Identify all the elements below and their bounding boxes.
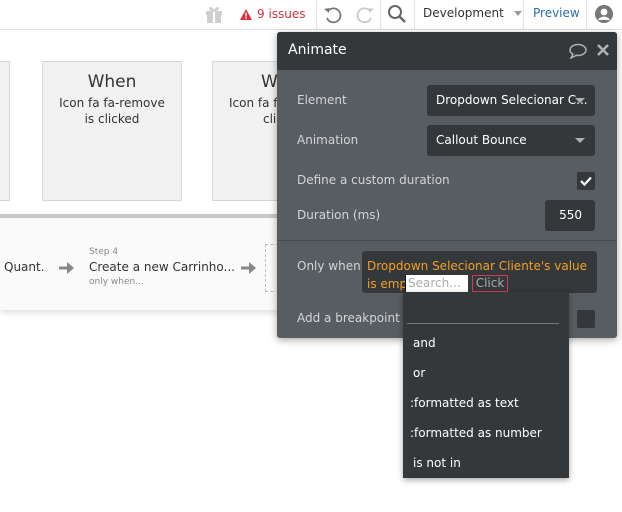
environment-selector[interactable]: Development	[423, 6, 522, 20]
custom-duration-checkbox[interactable]	[577, 172, 595, 190]
previous-step-text[interactable]: Quant.	[4, 260, 45, 274]
issues-indicator[interactable]: 9 issues	[240, 6, 306, 22]
toolbar-divider	[523, 0, 524, 30]
event-card[interactable]: When Icon fa fa-remove is clicked	[42, 61, 182, 201]
dropdown-item-formatted-as-text[interactable]: :formatted as text	[403, 389, 569, 419]
top-toolbar: 9 issues Development Preview	[0, 0, 622, 30]
duration-input[interactable]: 550	[545, 200, 595, 231]
arrow-right-icon	[59, 262, 74, 274]
redo-icon[interactable]	[354, 4, 376, 26]
only-when-expression-box[interactable]: Dropdown Selecionar Cliente's value is e…	[362, 251, 597, 293]
dropdown-item-formatted-as-number[interactable]: :formatted as number	[403, 419, 569, 449]
expression-search-input[interactable]: Search...	[405, 275, 468, 293]
click-button[interactable]: Click	[472, 275, 508, 292]
step-number: Step 4	[89, 247, 119, 257]
environment-label: Development	[423, 6, 504, 20]
event-card-partial[interactable]	[0, 61, 10, 201]
event-card-description: Icon fa fa-remove is clicked	[59, 96, 165, 126]
duration-label: Duration (ms)	[297, 208, 381, 222]
undo-icon[interactable]	[322, 4, 344, 26]
breakpoint-label: Add a breakpoint in	[297, 311, 415, 325]
panel-title: Animate	[288, 42, 347, 58]
toolbar-divider	[316, 0, 317, 30]
chevron-down-icon	[513, 10, 522, 16]
animation-dropdown-value: Callout Bounce	[436, 133, 527, 147]
operator-dropdown: and or :formatted as text :formatted as …	[403, 292, 569, 478]
close-icon[interactable]	[596, 43, 610, 57]
workflow-steps-strip: Quant. Step 4 Create a new Carrinho... o…	[0, 214, 300, 310]
preview-link[interactable]: Preview	[533, 6, 580, 20]
arrow-right-icon	[241, 262, 256, 274]
gift-icon[interactable]	[203, 3, 225, 25]
animation-label: Animation	[297, 133, 359, 147]
toolbar-divider	[586, 0, 587, 30]
step-condition: only when...	[89, 277, 144, 287]
issues-count-label: 9 issues	[257, 7, 306, 21]
section-divider	[277, 240, 617, 241]
step-title[interactable]: Create a new Carrinho...	[89, 260, 235, 274]
dropdown-item-and[interactable]: and	[403, 329, 569, 359]
toolbar-divider	[414, 0, 415, 30]
event-card-title: When	[87, 72, 137, 92]
only-when-label: Only when	[297, 259, 361, 273]
panel-header: Animate	[277, 32, 617, 70]
search-icon[interactable]	[386, 3, 408, 25]
chevron-down-icon	[575, 98, 585, 103]
element-dropdown-value: Dropdown Selecionar C...	[436, 93, 588, 107]
chevron-down-icon	[575, 138, 585, 143]
dropdown-item-is-not-in[interactable]: is not in	[403, 449, 569, 479]
comment-icon[interactable]	[569, 43, 587, 59]
custom-duration-label: Define a custom duration	[297, 173, 450, 187]
user-avatar-icon[interactable]	[594, 4, 614, 24]
breakpoint-checkbox[interactable]	[577, 310, 595, 328]
toolbar-divider	[380, 0, 381, 30]
animation-dropdown[interactable]: Callout Bounce	[427, 125, 595, 156]
element-label: Element	[297, 93, 347, 107]
editor-screen: 9 issues Development Preview When Icon f…	[0, 0, 622, 512]
warning-icon	[240, 8, 252, 20]
dropdown-divider	[407, 323, 559, 324]
checkmark-icon	[580, 176, 592, 187]
element-dropdown[interactable]: Dropdown Selecionar C...	[427, 85, 595, 116]
dropdown-item-or[interactable]: or	[403, 359, 569, 389]
